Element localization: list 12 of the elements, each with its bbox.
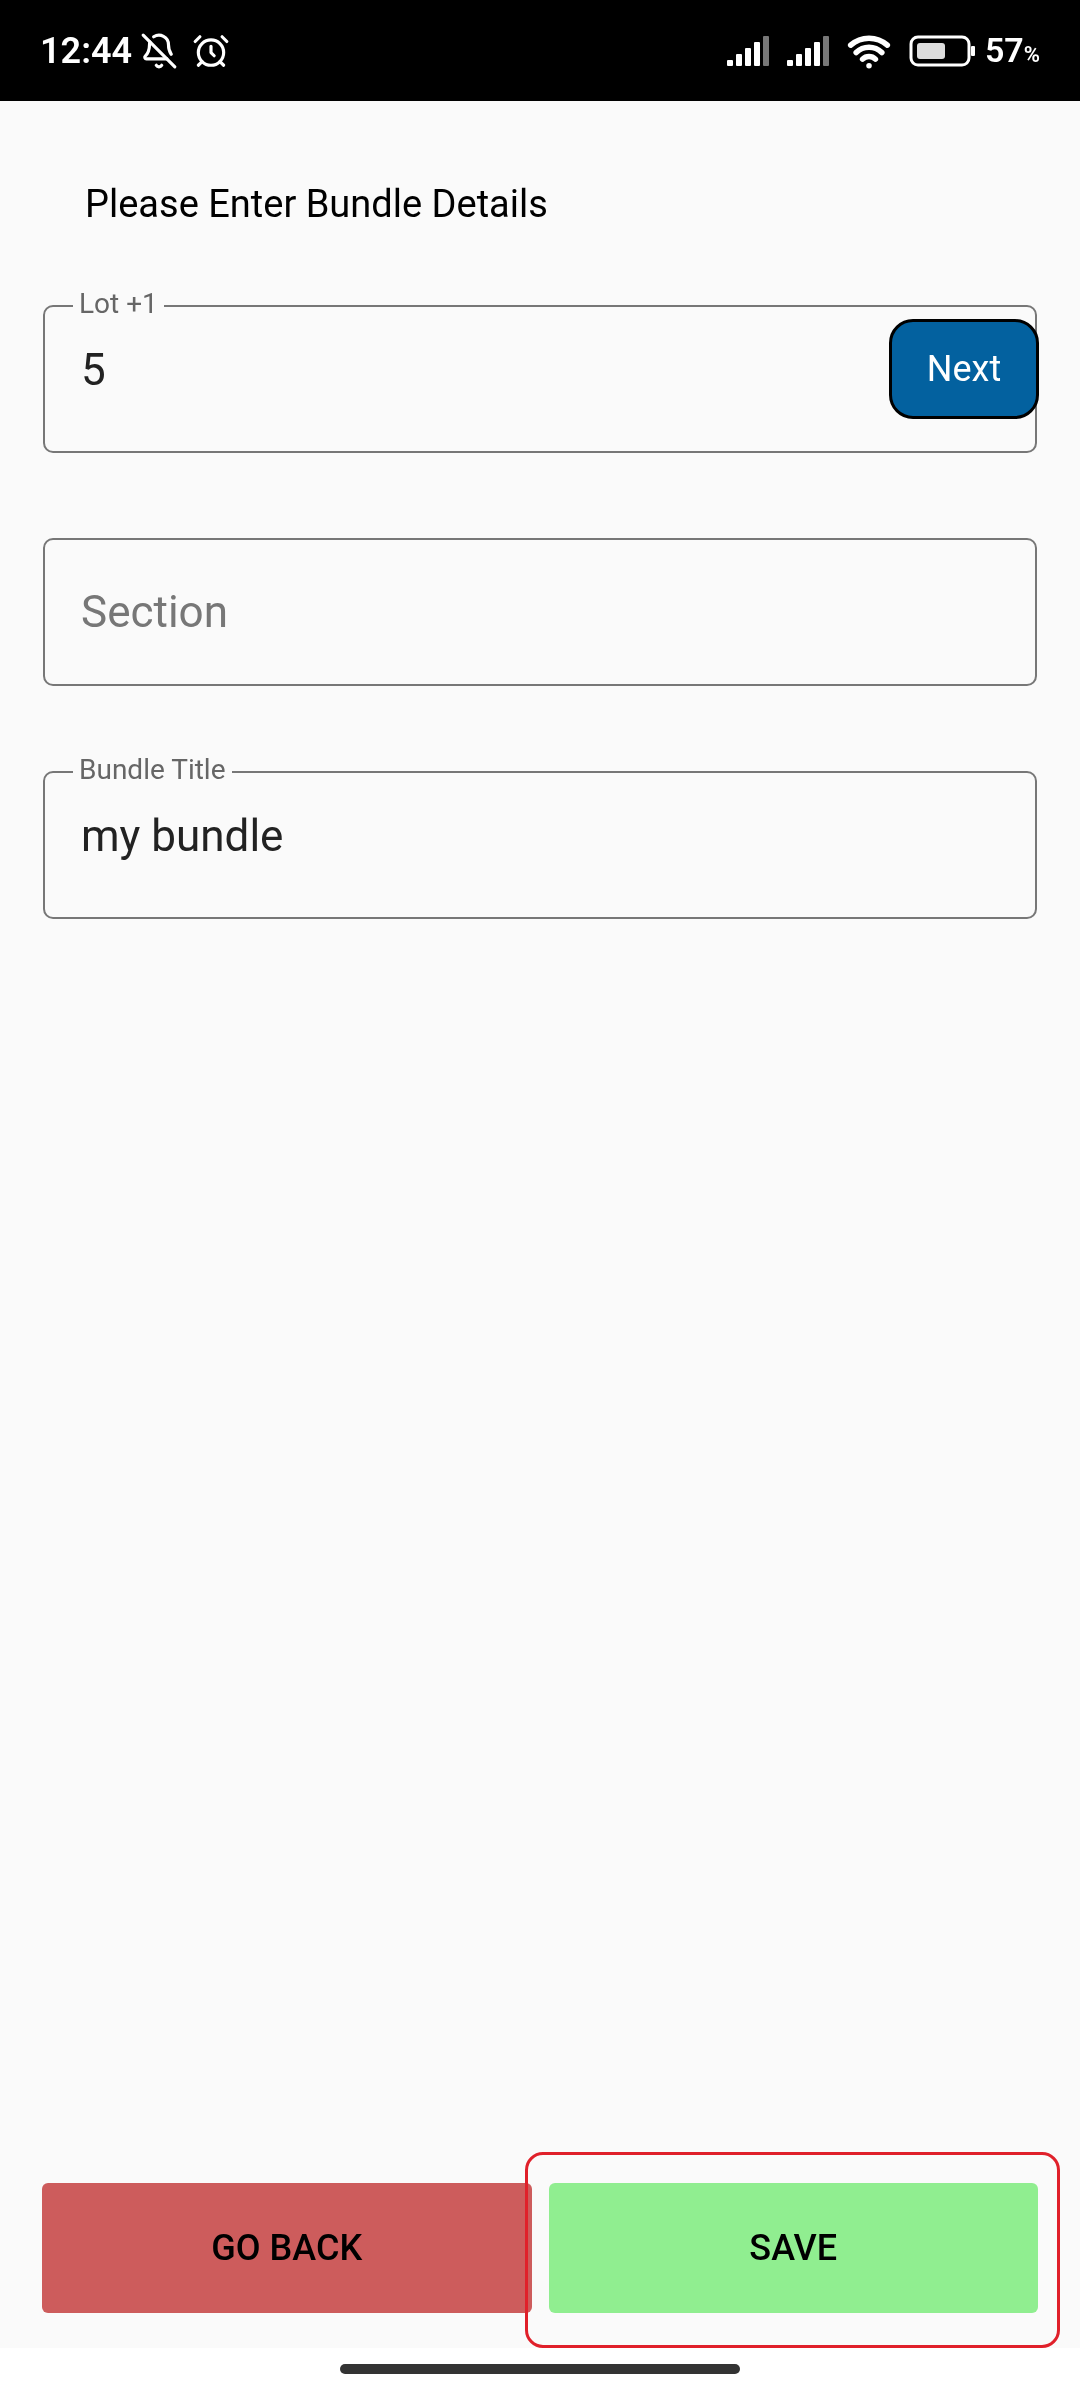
muted-bell-icon	[140, 31, 179, 70]
form-heading: Please Enter Bundle Details	[84, 185, 549, 223]
signal-icon	[726, 35, 771, 66]
percent-sign: %	[1023, 42, 1040, 69]
text-field[interactable]: Section	[43, 538, 1037, 686]
signal-icon	[786, 35, 831, 66]
back-button[interactable]: GO BACK	[42, 2183, 532, 2313]
next-button[interactable]: Next	[889, 319, 1039, 419]
battery-icon	[908, 34, 977, 67]
clock: 12:44	[40, 28, 133, 74]
battery-percent: 57	[984, 29, 1024, 72]
save-button[interactable]: SAVE	[548, 2183, 1038, 2313]
